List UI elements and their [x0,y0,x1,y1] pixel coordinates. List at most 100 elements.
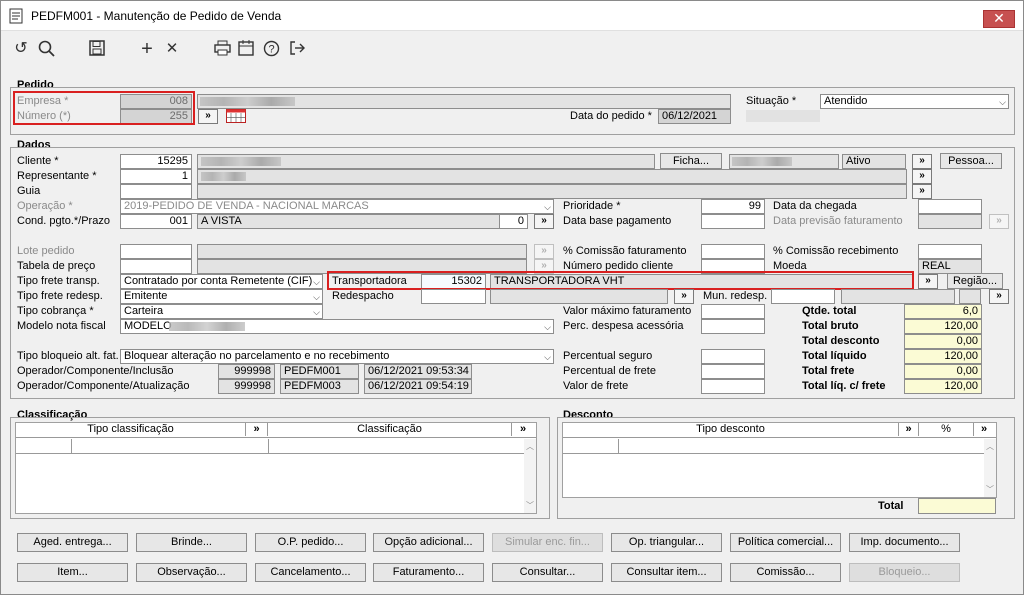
col-nav-button[interactable]: » [974,423,994,436]
data-prev-label: Data previsão faturamento [773,215,903,227]
op-inclusao-comp: PEDFM001 [280,364,359,379]
col-nav-button[interactable]: » [512,423,534,436]
guia-field[interactable] [120,184,192,199]
title-bar: PEDFM001 - Manutenção de Pedido de Venda… [1,1,1023,31]
exit-icon[interactable] [287,40,307,60]
valor-max-field[interactable] [701,304,765,319]
data-pedido-label: Data do pedido * [570,110,652,122]
redacted-text [201,172,246,181]
operacao-value: 2019-PEDIDO DE VENDA - NACIONAL MARCAS [124,200,369,212]
calendar-icon[interactable] [236,40,256,60]
print-icon[interactable] [212,40,232,60]
tabela-field[interactable] [120,259,192,274]
consultar-item-button[interactable]: Consultar item... [611,563,722,582]
total-desconto-field: 0,00 [904,334,982,349]
guia-nav-button[interactable]: » [912,184,932,199]
consultar-button[interactable]: Consultar... [492,563,603,582]
total-liquido-label: Total líquido [802,350,867,362]
col-tipo-classificacao[interactable]: Tipo classificação [16,423,246,436]
data-base-label: Data base pagamento [563,215,672,227]
redespacho-field[interactable] [421,289,486,304]
data-chegada-field[interactable] [918,199,982,214]
brinde-button[interactable]: Brinde... [136,533,247,552]
comissao-button[interactable]: Comissão... [730,563,841,582]
table-row[interactable] [16,439,536,454]
regiao-button[interactable]: Região... [947,273,1003,289]
numero-nav-button[interactable]: » [198,109,218,124]
scrollbar[interactable]: ︿ ﹀ [524,439,536,513]
cobranca-select[interactable]: Carteira ⌵ [120,304,323,319]
table-row[interactable] [563,439,996,454]
lote-field[interactable] [120,244,192,259]
situacao-label: Situação * [746,95,797,107]
representante-field[interactable]: 1 [120,169,192,184]
op-pedido-button[interactable]: O.P. pedido... [255,533,366,552]
item-button[interactable]: Item... [17,563,128,582]
data-prev-field [918,214,982,229]
modelo-label: Modelo nota fiscal [17,320,106,332]
politica-comercial-button[interactable]: Política comercial... [730,533,841,552]
help-icon[interactable]: ? [261,40,281,60]
col-nav-button[interactable]: » [246,423,268,436]
mun-redesp-nav-button[interactable]: » [989,289,1009,304]
frete-label: Tipo frete transp. [17,275,100,287]
refresh-icon[interactable]: ↺ [11,40,31,60]
bloqueio-select[interactable]: Bloquear alteração no parcelamento e no … [120,349,554,364]
redacted-text [169,322,245,331]
col-tipo-desconto[interactable]: Tipo desconto [563,423,899,436]
document-icon [9,8,23,24]
window-title: PEDFM001 - Manutenção de Pedido de Venda [31,9,282,23]
representante-nav-button[interactable]: » [912,169,932,184]
situacao-select[interactable]: Atendido ⌵ [820,94,1009,109]
condpgto-nav-button[interactable]: » [534,214,554,229]
col-classificacao[interactable]: Classificação [268,423,512,436]
save-icon[interactable] [87,40,107,60]
prazo-field[interactable]: 0 [499,214,528,229]
modelo-value: MODELO [124,320,172,332]
scrollbar[interactable]: ︿ ﹀ [984,439,996,497]
perc-desp-label: Perc. despesa acessória [563,320,684,332]
condpgto-field[interactable]: 001 [120,214,192,229]
ficha-button[interactable]: Ficha... [660,153,722,169]
comissao-rec-field[interactable] [918,244,982,259]
highlight-box [327,271,914,290]
classificacao-grid-header: Tipo classificação » Classificação » [16,423,536,438]
col-nav-button[interactable]: » [899,423,919,436]
perc-frete-field[interactable] [701,364,765,379]
op-inclusao-user: 999998 [218,364,275,379]
bloqueio-button: Bloqueio... [849,563,960,582]
faturamento-button[interactable]: Faturamento... [373,563,484,582]
add-icon[interactable]: + [137,39,157,60]
chevron-down-icon: ⌵ [313,277,320,287]
redespacho-nav-button[interactable]: » [674,289,694,304]
toolbar: ↺ + ✕ ? [1,32,1023,66]
total-bruto-label: Total bruto [802,320,859,332]
comissao-fat-field[interactable] [701,244,765,259]
remove-icon[interactable]: ✕ [162,40,182,60]
total-desconto-label: Total desconto [802,335,880,347]
desconto-grid[interactable]: Tipo desconto » % » ︿ ﹀ [562,422,997,498]
observacao-button[interactable]: Observação... [136,563,247,582]
mun-redesp-field[interactable] [771,289,835,304]
cliente-field[interactable]: 15295 [120,154,192,169]
valor-frete-field[interactable] [701,379,765,394]
cancelamento-button[interactable]: Cancelamento... [255,563,366,582]
pessoa-button[interactable]: Pessoa... [940,153,1002,169]
col-percent[interactable]: % [919,423,974,436]
perc-desp-field[interactable] [701,319,765,334]
cliente-nav-button[interactable]: » [912,154,932,169]
classificacao-grid[interactable]: Tipo classificação » Classificação » ︿ ﹀ [15,422,537,514]
search-icon[interactable] [37,40,57,60]
frete-select[interactable]: Contratado por conta Remetente (CIF) ⌵ [120,274,323,289]
op-triangular-button[interactable]: Op. triangular... [611,533,722,552]
close-button[interactable]: ✕ [983,10,1015,28]
prioridade-field[interactable]: 99 [701,199,765,214]
opcao-adicional-button[interactable]: Opção adicional... [373,533,484,552]
calendar-grid-icon[interactable] [226,109,246,123]
aged-entrega-button[interactable]: Aged. entrega... [17,533,128,552]
perc-seguro-field[interactable] [701,349,765,364]
data-base-field[interactable] [701,214,765,229]
frete-redesp-select[interactable]: Emitente ⌵ [120,289,323,304]
imp-documento-button[interactable]: Imp. documento... [849,533,960,552]
transportadora-nav-button[interactable]: » [918,274,938,289]
